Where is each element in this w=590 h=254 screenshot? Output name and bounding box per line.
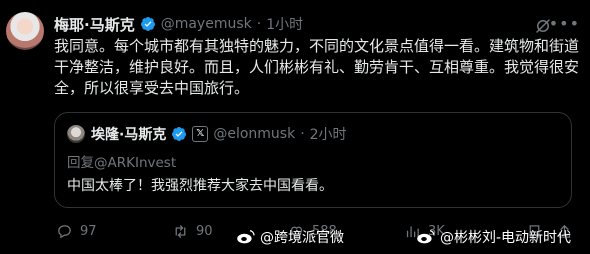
reply-count: 97 (80, 223, 97, 239)
post-avatar[interactable] (6, 12, 44, 50)
quoted-author-handle[interactable]: @elonmusk (213, 126, 295, 142)
post-text: 我同意。每个城市都有其独特的魅力，不同的文化景点值得一看。建筑物和街道干净整洁，… (54, 37, 580, 97)
x-affiliate-badge: 𝕏 (192, 126, 209, 142)
weibo-logo-icon (237, 229, 255, 244)
watermark-right: @彬彬刘-电动新时代 (416, 227, 571, 247)
reply-button[interactable]: 97 (56, 220, 97, 242)
quoted-post[interactable]: 埃隆·马斯克 𝕏 @elonmusk · 2小时 回复@ARKInvest 中国… (54, 112, 572, 208)
quoted-avatar[interactable] (67, 125, 85, 143)
quoted-post-text: 中国太棒了！我强烈推荐大家去中国看看。 (67, 178, 333, 194)
quoted-author-name[interactable]: 埃隆·马斯克 (91, 124, 166, 144)
watermark-left: @跨境派官微 (236, 227, 344, 247)
repost-button[interactable]: 90 (172, 220, 213, 242)
verified-badge-icon (140, 17, 155, 31)
weibo-logo-icon (417, 229, 435, 244)
author-handle[interactable]: @mayemusk (161, 16, 252, 32)
reply-icon (58, 224, 71, 238)
repost-count: 90 (196, 223, 213, 239)
quoted-post-time[interactable]: 2小时 (310, 124, 347, 144)
author-name[interactable]: 梅耶·马斯克 (54, 14, 135, 35)
verified-badge-icon (172, 127, 187, 141)
quoted-header: 埃隆·马斯克 𝕏 @elonmusk · 2小时 (91, 124, 347, 144)
repost-icon (175, 224, 186, 238)
separator-dot: · (300, 126, 305, 142)
post-time[interactable]: 1小时 (266, 14, 303, 34)
watermark-left-text: @跨境派官微 (260, 230, 344, 246)
more-options-icon[interactable]: ••• (549, 14, 580, 33)
watermark-right-text: @彬彬刘-电动新时代 (440, 230, 572, 246)
reply-to-label[interactable]: 回复@ARKInvest (67, 151, 176, 171)
separator-dot: · (256, 16, 262, 32)
post-header: 梅耶·马斯克 @mayemusk · 1小时 (54, 14, 303, 34)
